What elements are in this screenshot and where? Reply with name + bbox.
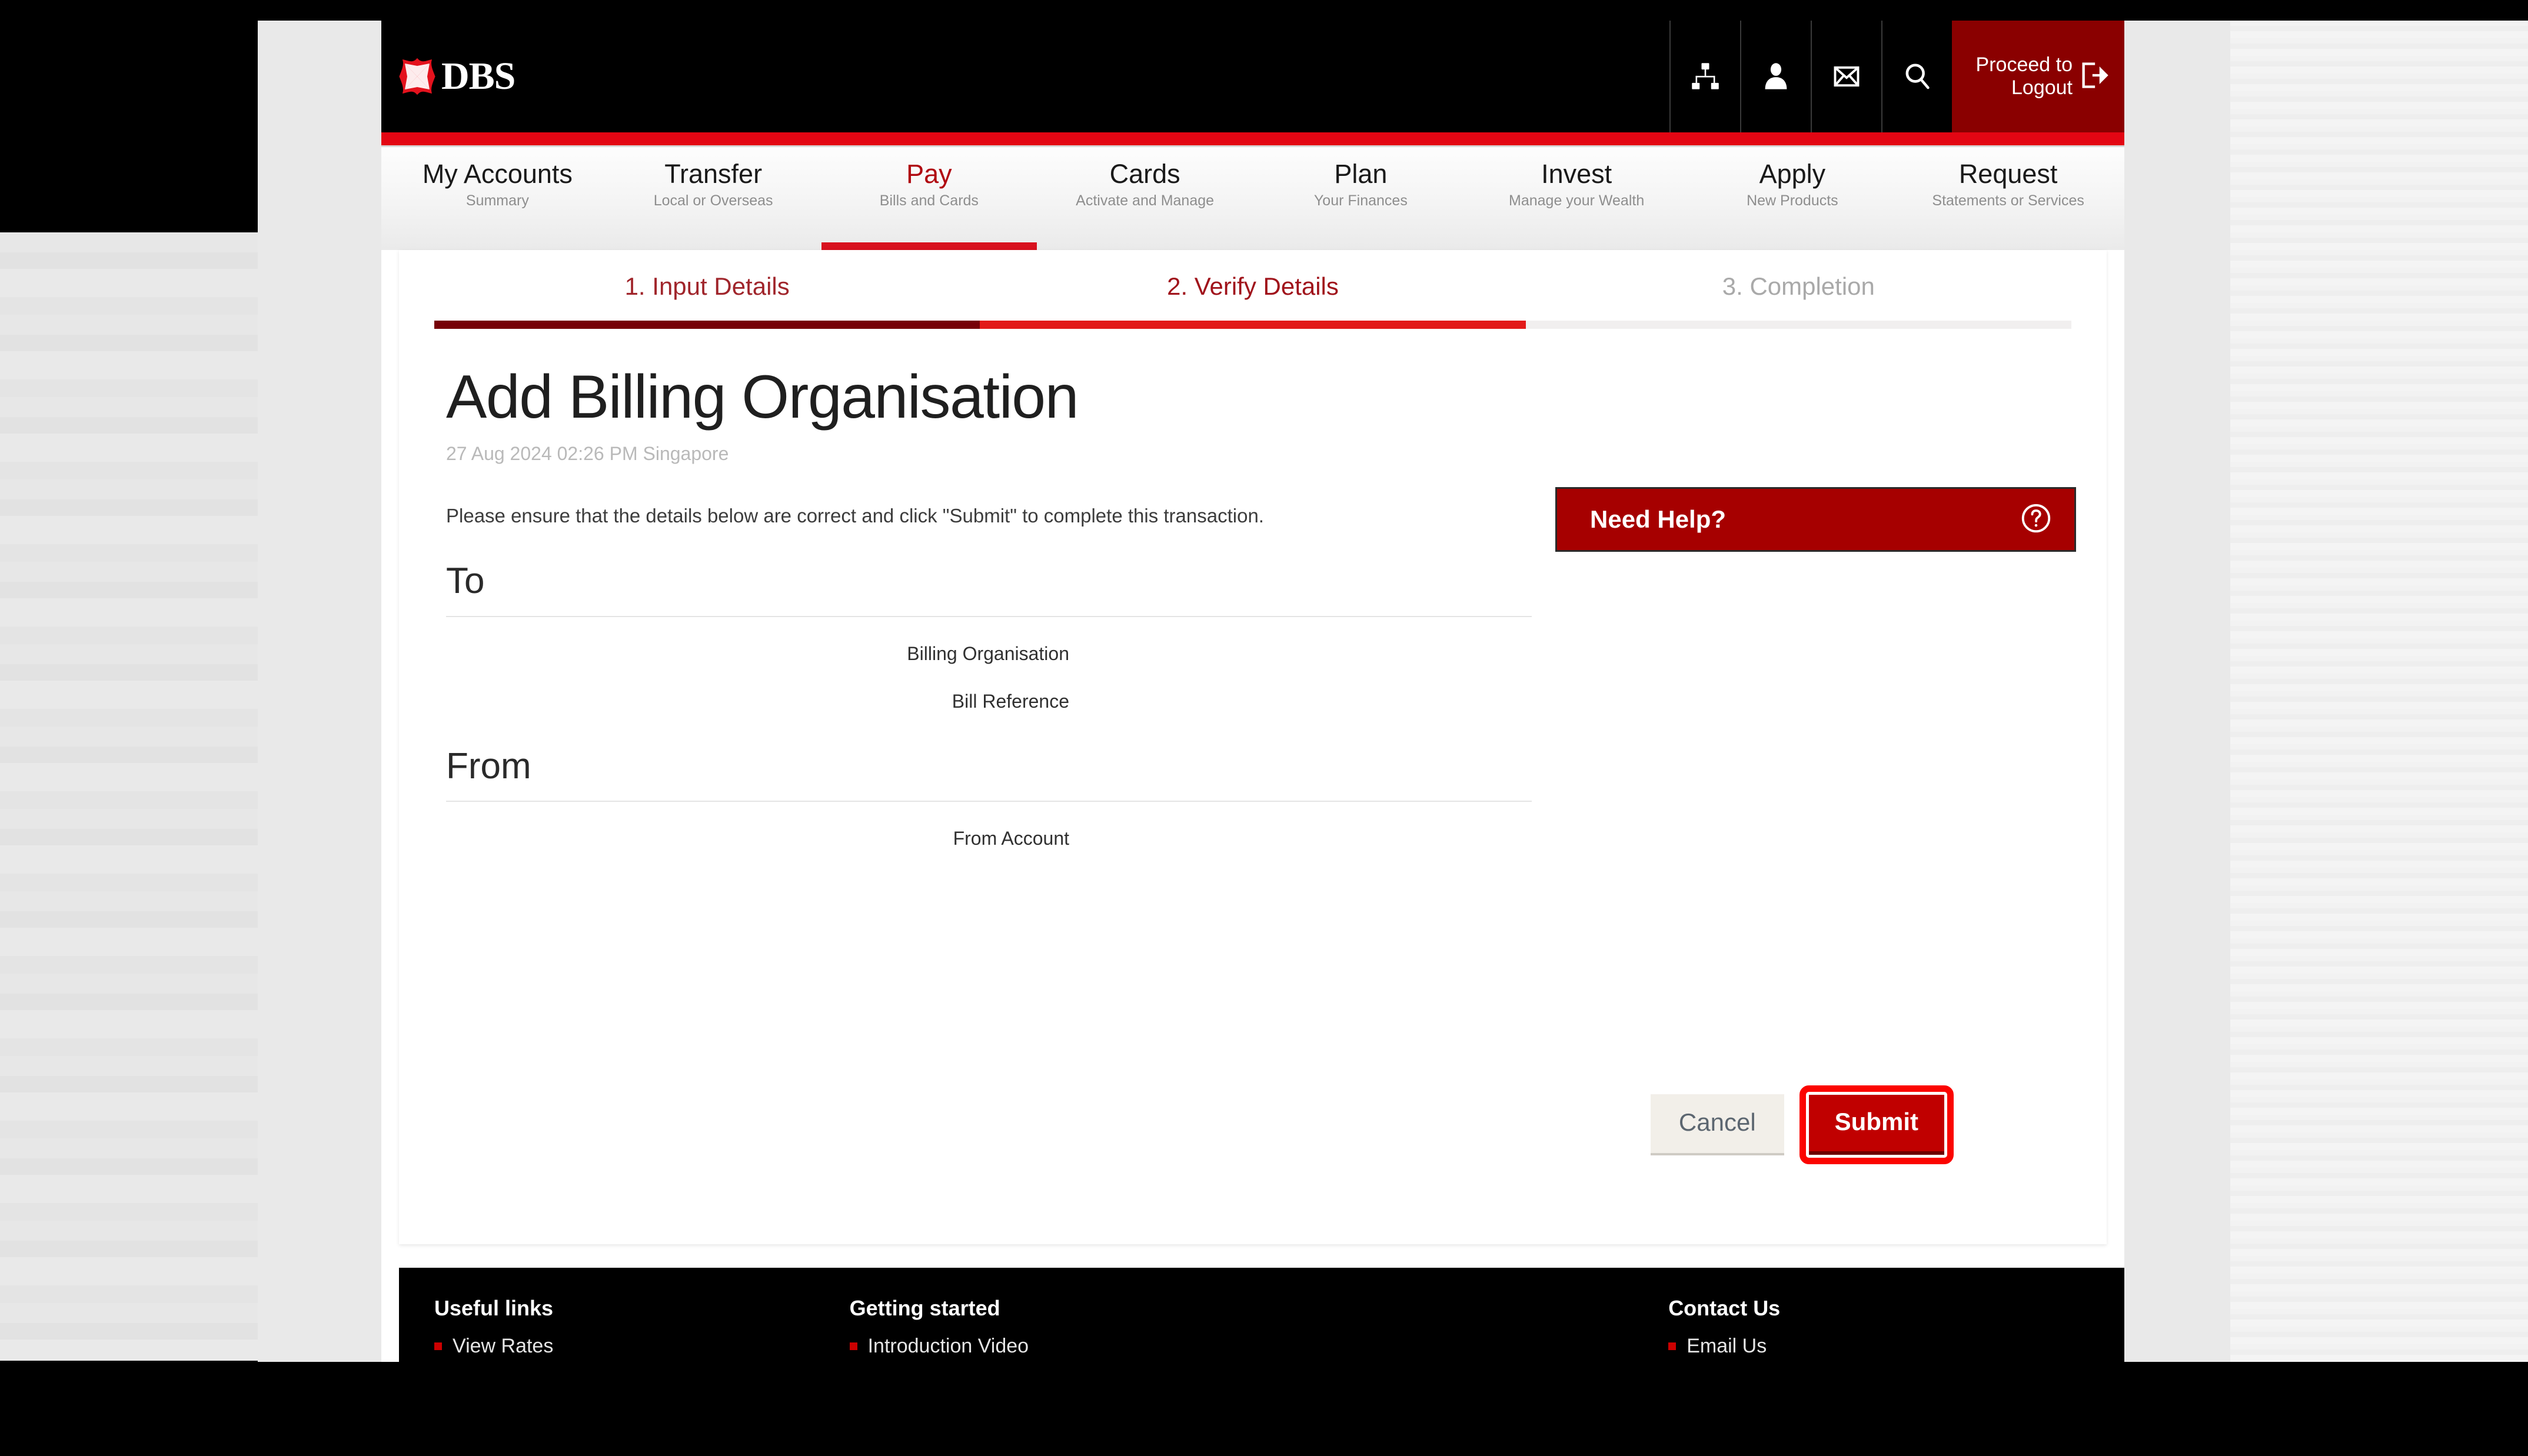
brand-red-rule [381,132,2124,145]
nav-item-title: Cards [1109,159,1180,189]
footer-column-getting-started: Getting started Introduction Video [849,1296,1669,1362]
step-3-completion: 3. Completion [1722,272,1875,300]
nav-item-title: Plan [1334,159,1388,189]
nav-item-title: Request [1958,159,2058,189]
field-row-bill-reference: Bill Reference [446,691,2060,712]
transaction-timestamp: 27 Aug 2024 02:26 PM Singapore [446,443,729,465]
site-footer: Useful links View Rates Getting started … [399,1268,2124,1362]
background-gutter-left [258,21,381,1362]
content-card: 1. Input Details 2. Verify Details 3. Co… [399,250,2107,1244]
nav-item-subtitle: Bills and Cards [879,192,979,209]
stepper-labels: 1. Input Details 2. Verify Details 3. Co… [434,272,2071,321]
nav-item-my-accounts[interactable]: My Accounts Summary [390,147,606,250]
dbs-logo[interactable]: DBS [399,57,515,96]
field-value [1073,828,2060,848]
submit-button[interactable]: Submit [1808,1095,1944,1155]
cancel-button[interactable]: Cancel [1650,1094,1784,1155]
nav-item-request[interactable]: Request Statements or Services [1900,147,2116,250]
desktop-background: DBS Proceed to Logout My Accounts Summar… [0,0,2528,1456]
nav-item-title: My Accounts [422,159,573,189]
sitemap-icon[interactable] [1669,21,1740,132]
footer-link-introduction-video[interactable]: Introduction Video [849,1335,1669,1358]
nav-active-indicator [821,242,1037,250]
background-page-bands-left [0,232,258,1361]
nav-item-transfer[interactable]: Transfer Local or Overseas [606,147,821,250]
bullet-icon [1668,1342,1677,1350]
form-actions: Cancel Submit [1650,1085,1954,1164]
dbs-ibanking-page: DBS Proceed to Logout My Accounts Summar… [381,21,2124,1362]
step-1-input-details[interactable]: 1. Input Details [434,272,980,321]
footer-link-view-rates[interactable]: View Rates [434,1335,850,1358]
bullet-icon [434,1342,442,1350]
footer-column-useful-links: Useful links View Rates [434,1296,850,1362]
nav-item-subtitle: Manage your Wealth [1509,192,1645,209]
footer-heading: Useful links [434,1296,554,1320]
nav-item-invest[interactable]: Invest Manage your Wealth [1469,147,1685,250]
footer-link-label: Email Us [1687,1335,1767,1357]
header-icon-bar [1669,21,1952,132]
footer-heading: Getting started [849,1296,1000,1320]
nav-item-subtitle: Local or Overseas [653,192,773,209]
page-title: Add Billing Organisation [446,363,1079,431]
background-gutter-right [2124,21,2230,1362]
nav-item-subtitle: New Products [1747,192,1838,209]
field-label: Billing Organisation [907,642,1069,664]
field-row-from-account: From Account [446,828,2060,849]
footer-link-label: View Rates [453,1335,554,1357]
step-bar-1 [434,321,980,329]
bullet-icon [849,1342,857,1350]
proceed-to-logout-button[interactable]: Proceed to Logout [1952,21,2124,132]
footer-heading: Contact Us [1668,1296,1781,1320]
nav-item-title: Transfer [664,159,763,189]
need-help-label: Need Help? [1590,505,1727,533]
user-icon[interactable] [1740,21,1811,132]
search-icon[interactable] [1881,21,1952,132]
footer-link-email-us[interactable]: Email Us [1668,1335,2107,1358]
nav-item-subtitle: Statements or Services [1932,192,2084,209]
dbs-diamond-logo-icon [399,58,435,95]
nav-item-subtitle: Activate and Manage [1076,192,1215,209]
site-masthead: DBS Proceed to Logout [381,21,2124,132]
nav-item-subtitle: Your Finances [1313,192,1408,209]
background-black-band [0,0,258,232]
question-circle-icon [2019,501,2053,538]
section-divider-to [446,615,1532,617]
step-bar-3 [1525,321,2071,329]
field-value [1073,691,2060,711]
field-row-billing-organisation: Billing Organisation [446,643,2060,665]
field-value [1073,643,2060,663]
nav-item-pay[interactable]: Pay Bills and Cards [821,147,1037,250]
progress-stepper: 1. Input Details 2. Verify Details 3. Co… [399,250,2107,329]
section-divider-from [446,800,1532,802]
footer-link-label: Introduction Video [867,1335,1029,1357]
nav-item-title: Apply [1759,159,1826,189]
nav-item-cards[interactable]: Cards Activate and Manage [1037,147,1253,250]
footer-column-contact-us: Contact Us Email Us [1668,1296,2107,1362]
nav-item-subtitle: Summary [465,192,529,209]
screen-bottom-band [0,1362,2528,1456]
nav-item-title: Invest [1541,159,1612,189]
logout-label: Proceed to Logout [1975,53,2073,99]
background-page-stripes-right [2230,21,2528,1362]
field-label: From Account [953,827,1069,849]
transaction-body: Add Billing Organisation 27 Aug 2024 02:… [399,329,2107,849]
dbs-logo-text: DBS [441,55,515,98]
section-heading-to: To [446,561,485,602]
nav-item-title: Pay [906,159,952,189]
step-2-verify-details[interactable]: 2. Verify Details [980,272,1525,321]
need-help-panel[interactable]: Need Help? [1555,487,2076,552]
nav-item-apply[interactable]: Apply New Products [1685,147,1901,250]
stepper-bars [434,321,2071,329]
section-heading-from: From [446,745,531,787]
primary-navigation: My Accounts Summary Transfer Local or Ov… [381,147,2124,250]
field-label: Bill Reference [952,690,1069,712]
logout-exit-icon [2078,60,2109,94]
submit-button-wrapper: Submit [1799,1085,1954,1164]
envelope-icon[interactable] [1811,21,1881,132]
nav-item-plan[interactable]: Plan Your Finances [1253,147,1469,250]
step-bar-2 [980,321,1526,329]
